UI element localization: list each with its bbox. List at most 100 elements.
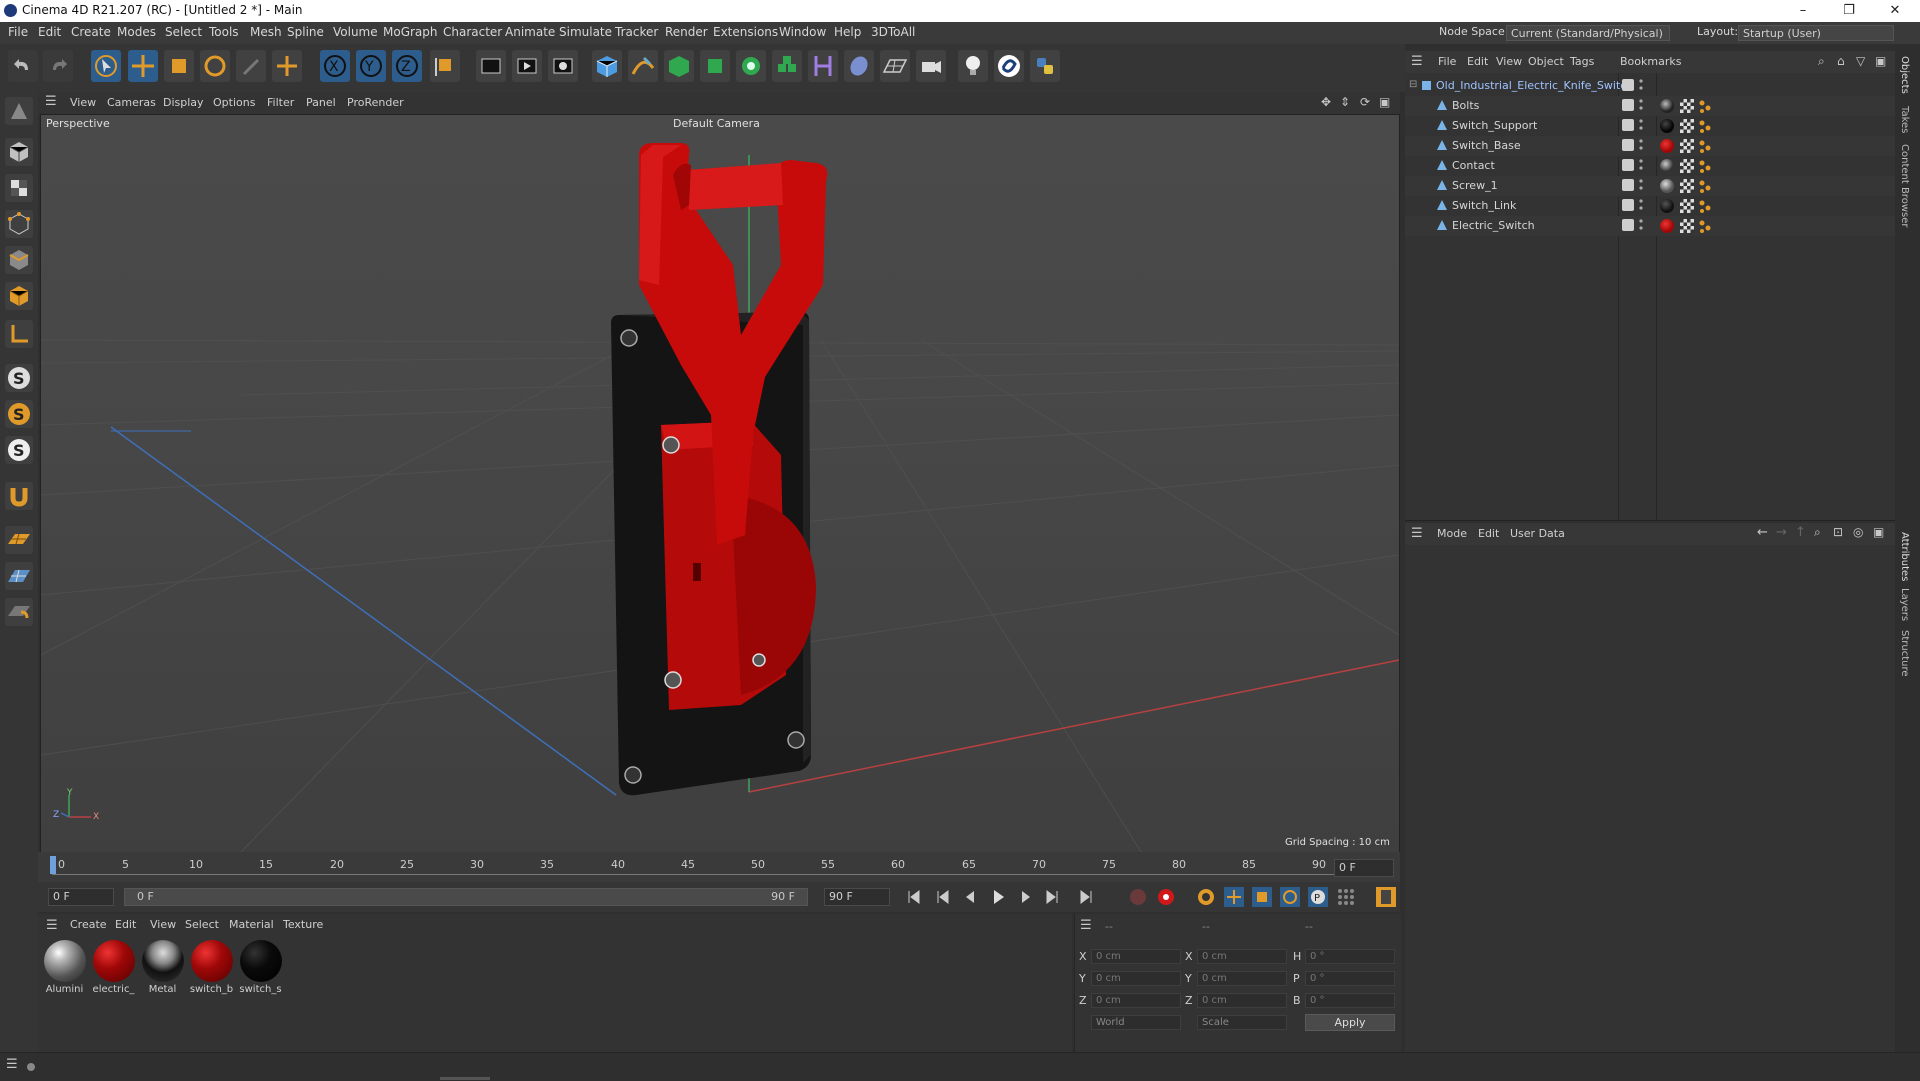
recent-tools-button[interactable] [236, 50, 266, 82]
viewport-menu-panel[interactable]: Panel [306, 96, 336, 109]
key-scale-icon[interactable] [1252, 887, 1272, 907]
points-mode-button[interactable] [5, 210, 33, 238]
visibility-check-icon[interactable] [1622, 199, 1634, 211]
visibility-check-icon[interactable] [1622, 119, 1634, 131]
menu-character[interactable]: Character [443, 25, 502, 39]
phong-tag-icon[interactable] [1698, 139, 1712, 153]
snap-button[interactable]: S [5, 364, 33, 392]
texture-tag-icon[interactable] [1680, 219, 1694, 233]
light-object-button[interactable] [958, 50, 988, 82]
phong-tag-icon[interactable] [1698, 119, 1712, 133]
phong-tag-icon[interactable] [1698, 199, 1712, 213]
viewport-menu-options[interactable]: Options [213, 96, 255, 109]
menu-extensions[interactable]: Extensions [713, 25, 778, 39]
forward-arrow-icon[interactable]: → [1776, 525, 1787, 540]
position-z-field[interactable]: 0 cm [1091, 993, 1181, 1008]
side-tab-structure[interactable]: Structure [1899, 630, 1910, 677]
side-tab-layers[interactable]: Layers [1899, 588, 1910, 621]
polygons-mode-button[interactable] [5, 282, 33, 310]
viewport-menu-display[interactable]: Display [163, 96, 204, 109]
object-menu-object[interactable]: Object [1528, 55, 1564, 68]
object-row[interactable]: Switch_Link [1405, 196, 1895, 216]
timeline-layout-icon[interactable] [1376, 887, 1396, 907]
zoom-view-icon[interactable]: ⇕ [1340, 95, 1350, 109]
visibility-check-icon[interactable] [1622, 219, 1634, 231]
material-menu-edit[interactable]: Edit [115, 918, 136, 931]
spline-pen-button[interactable] [628, 50, 658, 82]
scale-tool-button[interactable] [164, 50, 194, 82]
attributes-menu-user-data[interactable]: User Data [1510, 527, 1565, 540]
position-x-field[interactable]: 0 cm [1091, 949, 1181, 964]
rotation-b-field[interactable]: 0 ° [1305, 993, 1395, 1008]
lock-workplane-button[interactable] [5, 598, 33, 626]
object-row[interactable]: Switch_Support [1405, 116, 1895, 136]
python-script-button[interactable] [1030, 50, 1060, 82]
material-menu-texture[interactable]: Texture [283, 918, 323, 931]
move-tool-button[interactable] [128, 50, 158, 82]
coordinates-hamburger-icon[interactable]: ☰ [1080, 918, 1092, 933]
attributes-menu-mode[interactable]: Mode [1437, 527, 1467, 540]
rotate-view-icon[interactable]: ⟳ [1360, 95, 1370, 109]
attributes-hamburger-icon[interactable]: ☰ [1411, 526, 1423, 541]
menu-mograph[interactable]: MoGraph [383, 25, 438, 39]
size-x-field[interactable]: 0 cm [1197, 949, 1287, 964]
side-tab-content-browser[interactable]: Content Browser [1899, 144, 1910, 227]
environment-button[interactable] [844, 50, 874, 82]
close-button[interactable]: ✕ [1872, 0, 1918, 22]
material-tag-icon[interactable] [1660, 159, 1674, 173]
texture-tag-icon[interactable] [1680, 159, 1694, 173]
material-menu-select[interactable]: Select [185, 918, 219, 931]
next-frame-icon[interactable] [1016, 887, 1036, 907]
home-icon[interactable]: ⌂ [1837, 54, 1845, 68]
select-tool-button[interactable] [91, 50, 121, 82]
deformer-button[interactable] [772, 50, 802, 82]
object-hamburger-icon[interactable]: ☰ [1411, 54, 1423, 69]
layout-dropdown[interactable]: Startup (User) [1738, 25, 1894, 41]
material-hamburger-icon[interactable]: ☰ [46, 918, 58, 933]
menu-render[interactable]: Render [665, 25, 708, 39]
object-row-root[interactable]: ⊟ Old_Industrial_Electric_Knife_Switch [1405, 76, 1895, 96]
search-icon[interactable]: ⌕ [1814, 525, 1821, 540]
phong-tag-icon[interactable] [1698, 99, 1712, 113]
go-to-start-icon[interactable] [904, 887, 924, 907]
render-view-button[interactable] [476, 50, 506, 82]
viewport-menu-filter[interactable]: Filter [267, 96, 294, 109]
quantize-button[interactable]: S [5, 436, 33, 464]
frame-range-slider[interactable]: 0 F 90 F [124, 888, 808, 906]
redo-button[interactable] [43, 50, 73, 82]
material-tag-icon[interactable] [1660, 179, 1674, 193]
restore-button[interactable]: ❐ [1826, 0, 1872, 22]
new-panel-icon[interactable]: ▣ [1875, 54, 1886, 68]
material-swatch[interactable]: Metal [140, 940, 185, 1000]
menu-help[interactable]: Help [834, 25, 861, 39]
menu-tools[interactable]: Tools [209, 25, 239, 39]
material-swatch[interactable]: switch_s [238, 940, 283, 1000]
lock-icon[interactable]: ⊡ [1833, 525, 1843, 539]
position-y-field[interactable]: 0 cm [1091, 971, 1181, 986]
object-row[interactable]: Electric_Switch [1405, 216, 1895, 236]
material-tag-icon[interactable] [1660, 119, 1674, 133]
editor-render-dots-icon[interactable] [1639, 78, 1643, 92]
material-tag-icon[interactable] [1660, 99, 1674, 113]
axis-mode-button[interactable] [5, 320, 33, 348]
play-icon[interactable] [988, 887, 1008, 907]
texture-mode-button[interactable] [5, 174, 33, 202]
editor-render-dots-icon[interactable] [1639, 118, 1643, 132]
side-tab-takes[interactable]: Takes [1899, 106, 1910, 133]
filter-icon[interactable]: ▽ [1856, 54, 1865, 68]
floor-object-button[interactable] [880, 50, 910, 82]
previous-key-icon[interactable] [933, 887, 953, 907]
go-to-end-icon[interactable] [1076, 887, 1096, 907]
key-parameter-icon[interactable]: P [1308, 887, 1328, 907]
viewport-menu-view[interactable]: View [70, 96, 96, 109]
material-swatch[interactable]: switch_b [189, 940, 234, 1000]
menu-animate[interactable]: Animate [505, 25, 555, 39]
size-z-field[interactable]: 0 cm [1197, 993, 1287, 1008]
render-settings-button[interactable] [548, 50, 578, 82]
material-menu-material[interactable]: Material [229, 918, 274, 931]
menu-3dtoall[interactable]: 3DToAll [871, 25, 915, 39]
viewport-menu-cameras[interactable]: Cameras [107, 96, 156, 109]
material-menu-create[interactable]: Create [70, 918, 107, 931]
record-keys-icon[interactable] [1128, 887, 1148, 907]
edges-mode-button[interactable] [5, 246, 33, 274]
